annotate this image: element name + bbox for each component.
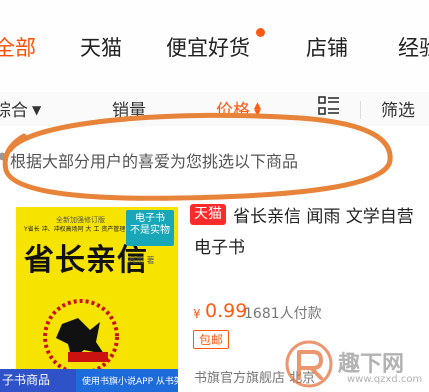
sales-count: 1681人付款 — [244, 306, 322, 322]
search-tabs: 全部 天猫 便宜好货 店铺 经验 — [0, 0, 429, 92]
sort-price[interactable]: 价格 ▲ ▼ — [216, 96, 261, 121]
filter-button[interactable]: 筛选 — [381, 96, 415, 121]
sort-composite[interactable]: 综合 ▼ — [0, 96, 41, 121]
grid-list-icon[interactable] — [318, 96, 340, 116]
free-shipping-tag: 包邮 — [193, 330, 229, 349]
sort-sales[interactable]: 销量 — [112, 96, 146, 121]
price-currency: ¥ — [193, 307, 201, 321]
tab-stores[interactable]: 店铺 — [306, 32, 348, 62]
new-dot-icon — [256, 28, 265, 37]
sort-bar — [0, 92, 429, 126]
hint-text: 根据大部分用户的喜爱为您挑选以下商品 — [10, 152, 299, 171]
tab-cheap-goods[interactable]: 便宜好货 — [166, 32, 250, 62]
sort-arrows-icon: ▲ ▼ — [254, 101, 261, 118]
product-price: 0.99 — [205, 300, 248, 322]
banner-left-text: 子书商品 — [0, 369, 76, 392]
caret-down-icon: ▼ — [32, 103, 42, 117]
product-title-line2[interactable]: 电子书 — [194, 233, 245, 258]
ebook-badge: 电子书 不是实物 — [126, 210, 174, 246]
cover-author: 闻雨 著 — [128, 256, 155, 265]
seal-stamp-icon — [43, 299, 119, 375]
product-title[interactable]: 省长亲信 闻雨 文学自营 — [233, 202, 414, 227]
tmall-tag: 天猫 — [190, 204, 226, 225]
tab-experience[interactable]: 经验 — [398, 32, 429, 62]
watermark-logo-icon — [285, 340, 333, 388]
tab-all[interactable]: 全部 — [0, 32, 36, 62]
info-dot-icon: ● — [0, 151, 7, 162]
ebook-banner: 子书商品 使用书旗小说APP 从书架查找阅读 — [0, 369, 219, 392]
watermark-url: www.qzxd.com — [347, 374, 423, 385]
recommendation-hint: ● 根据大部分用户的喜爱为您挑选以下商品 — [0, 137, 429, 177]
tab-tmall[interactable]: 天猫 — [80, 32, 122, 62]
sort-divider — [360, 101, 361, 119]
